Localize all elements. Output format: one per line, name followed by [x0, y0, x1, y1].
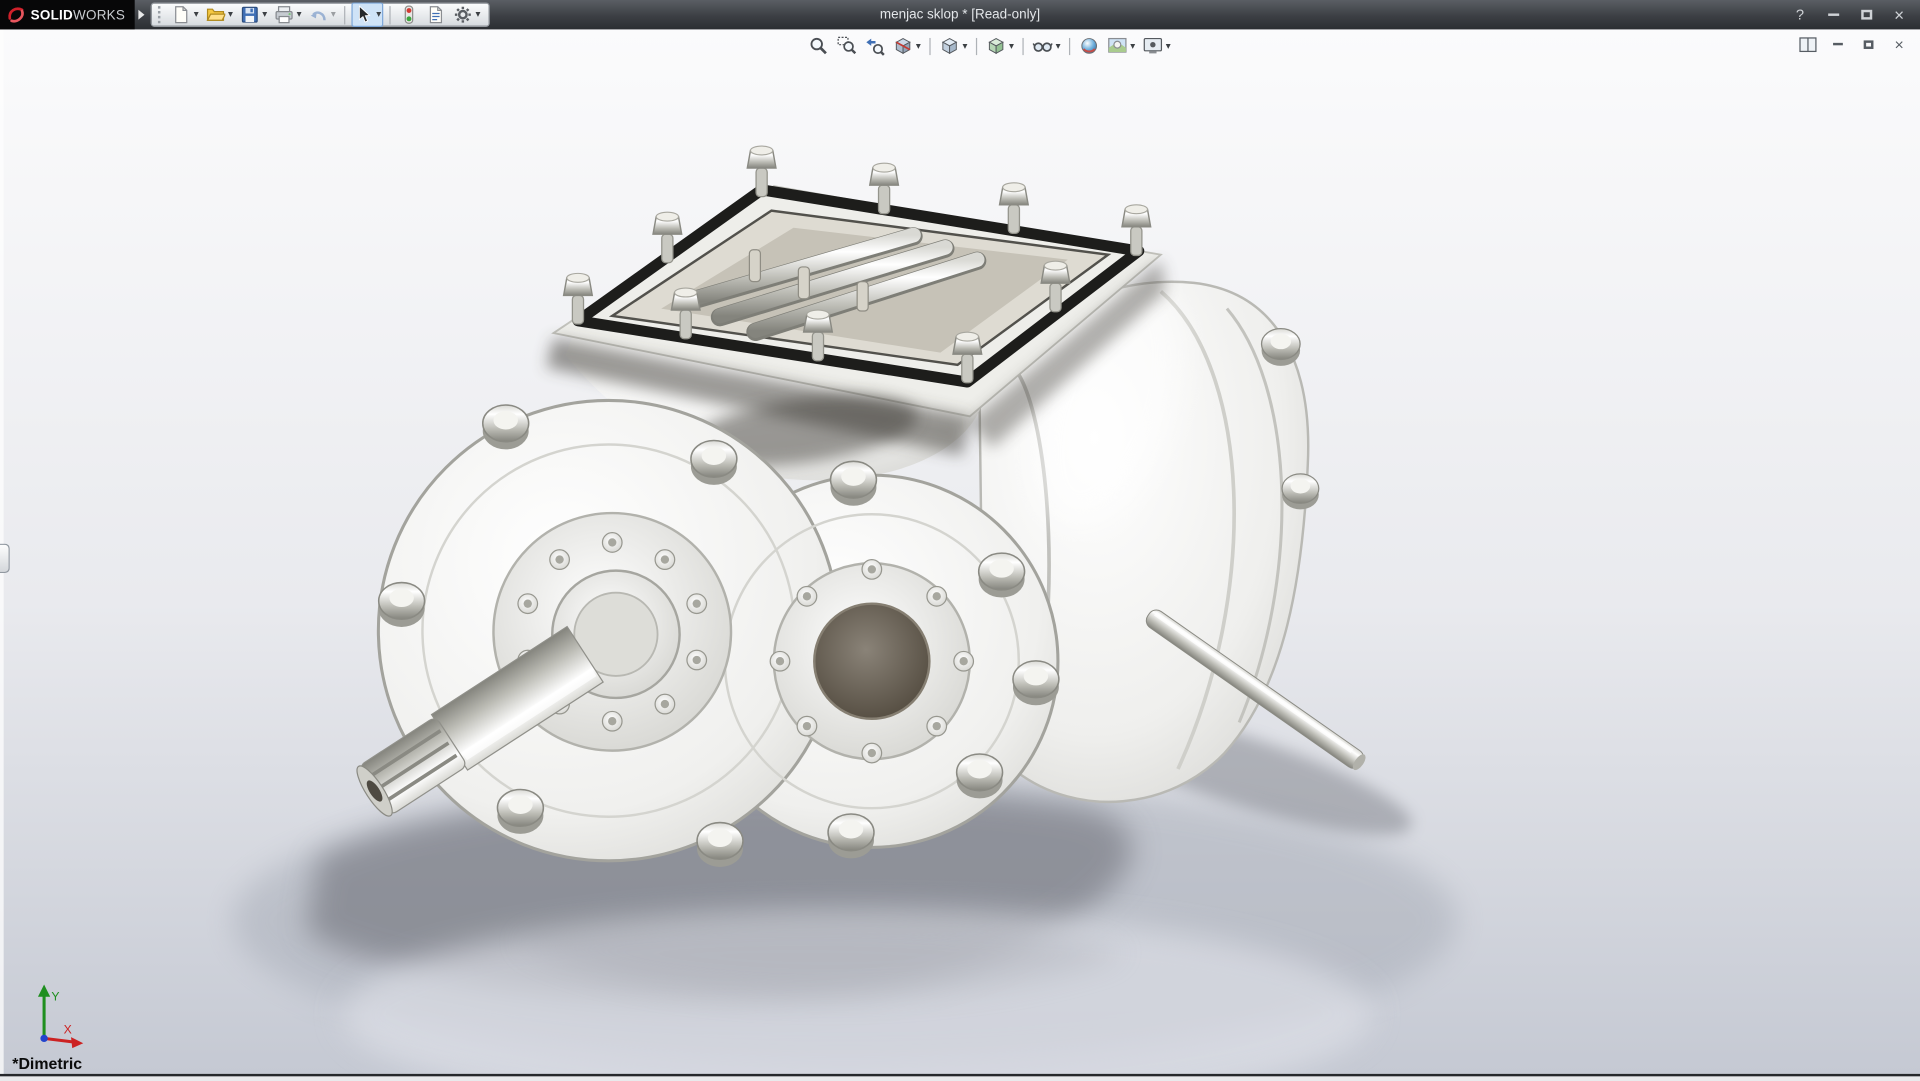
section-view-dropdown[interactable]: ▾ [915, 41, 921, 51]
section-view-button[interactable]: ▾ [890, 33, 923, 59]
hud-separator [1069, 37, 1070, 54]
solidworks-window: SOLIDWORKS ▾ ▾ [0, 0, 1920, 1081]
hud-separator [976, 37, 977, 54]
close-button[interactable]: × [1889, 5, 1909, 25]
window-title: menjac sklop * [Read-only] [880, 0, 1040, 29]
toolbar-separator [390, 6, 391, 24]
select-cursor-icon [354, 5, 374, 25]
brand-text-light: WORKS [73, 9, 125, 24]
window-controls: ? × [1790, 5, 1920, 25]
doc-restore-button[interactable] [1859, 36, 1879, 53]
select-dropdown[interactable]: ▾ [375, 10, 381, 20]
rebuild-button[interactable] [397, 2, 421, 26]
print-button[interactable]: ▾ [272, 2, 304, 26]
doc-close-button[interactable]: × [1889, 36, 1909, 53]
z-axis-dot-icon [40, 1035, 47, 1042]
titlebar: SOLIDWORKS ▾ ▾ [0, 0, 1920, 29]
display-style-dropdown[interactable]: ▾ [1008, 41, 1014, 51]
toolbar-separator [344, 6, 345, 24]
x-axis-label: X [64, 1022, 72, 1036]
document-window-controls: × [1798, 36, 1909, 53]
apply-scene-button[interactable]: ▾ [1105, 33, 1138, 59]
minimize-button[interactable] [1823, 5, 1843, 25]
print-dropdown[interactable]: ▾ [295, 10, 301, 20]
save-button[interactable]: ▾ [238, 2, 270, 26]
print-icon [275, 5, 295, 25]
zoom-to-area-icon [836, 36, 857, 57]
view-settings-button[interactable]: ▾ [1140, 33, 1173, 59]
hud-separator [929, 37, 930, 54]
brand-text-bold: SOLID [31, 9, 73, 24]
view-orientation-label: *Dimetric [12, 1054, 82, 1072]
edit-appearance-sphere-icon [1079, 36, 1100, 57]
doc-minimize-button[interactable] [1828, 36, 1848, 53]
featuremanager-collapsed-tab[interactable] [0, 544, 10, 573]
undo-dropdown[interactable]: ▾ [330, 10, 336, 20]
save-icon [240, 5, 260, 25]
hide-show-items-dropdown[interactable]: ▾ [1054, 41, 1060, 51]
new-document-dropdown[interactable]: ▾ [192, 10, 198, 20]
doc-minimize-icon [1833, 43, 1843, 45]
apply-scene-dropdown[interactable]: ▾ [1129, 41, 1135, 51]
display-style-icon [986, 36, 1007, 57]
doc-restore-icon [1864, 40, 1874, 49]
main-toolbar: ▾ ▾ ▾ [151, 2, 490, 26]
view-settings-dropdown[interactable]: ▾ [1165, 41, 1171, 51]
undo-icon [309, 5, 329, 25]
view-settings-icon [1143, 36, 1164, 57]
section-view-icon [893, 36, 914, 57]
hide-show-items-button[interactable]: ▾ [1030, 33, 1063, 59]
previous-view-button[interactable] [862, 33, 888, 59]
display-style-button[interactable]: ▾ [983, 33, 1016, 59]
zoom-to-area-button[interactable] [834, 33, 860, 59]
menu-expand-arrow-icon[interactable] [139, 10, 145, 20]
zoom-to-fit-icon [808, 36, 829, 57]
view-orientation-cube-icon [939, 36, 960, 57]
ds-logo-icon [6, 5, 26, 25]
options-button[interactable]: ▾ [451, 2, 483, 26]
rebuild-stoplight-icon [400, 5, 420, 25]
view-orientation-dropdown[interactable]: ▾ [961, 41, 967, 51]
help-button[interactable]: ? [1790, 5, 1810, 25]
model-scene[interactable]: Y X [0, 29, 1920, 1073]
graphics-area[interactable]: Y X [0, 29, 1920, 1073]
new-document-button[interactable]: ▾ [169, 2, 201, 26]
select-button[interactable]: ▾ [352, 2, 384, 26]
undo-button[interactable]: ▾ [306, 2, 338, 26]
open-dropdown[interactable]: ▾ [227, 10, 233, 20]
viewport-panes-icon [1798, 36, 1816, 52]
toolbar-grip[interactable] [158, 6, 162, 23]
y-axis-label: Y [51, 989, 59, 1003]
file-properties-icon [426, 5, 446, 25]
open-button[interactable]: ▾ [204, 2, 236, 26]
hud-separator [1023, 37, 1024, 54]
restore-button[interactable] [1856, 5, 1876, 25]
previous-view-icon [864, 36, 885, 57]
zoom-to-fit-button[interactable] [806, 33, 832, 59]
apply-scene-icon [1107, 36, 1128, 57]
file-properties-button[interactable] [424, 2, 448, 26]
restore-icon [1861, 10, 1872, 20]
heads-up-toolbar: ▾ ▾ ▾ [806, 33, 1173, 59]
open-folder-icon [206, 5, 226, 25]
doc-panes-button[interactable] [1798, 36, 1818, 53]
solidworks-logo: SOLIDWORKS [0, 0, 135, 29]
view-orientation-button[interactable]: ▾ [937, 33, 970, 59]
hide-show-glasses-icon [1032, 36, 1053, 57]
save-dropdown[interactable]: ▾ [261, 10, 267, 20]
minimize-icon [1828, 13, 1839, 15]
new-document-icon [172, 5, 192, 25]
options-dropdown[interactable]: ▾ [474, 10, 480, 20]
options-gear-icon [453, 5, 473, 25]
edit-appearance-button[interactable] [1076, 33, 1102, 59]
